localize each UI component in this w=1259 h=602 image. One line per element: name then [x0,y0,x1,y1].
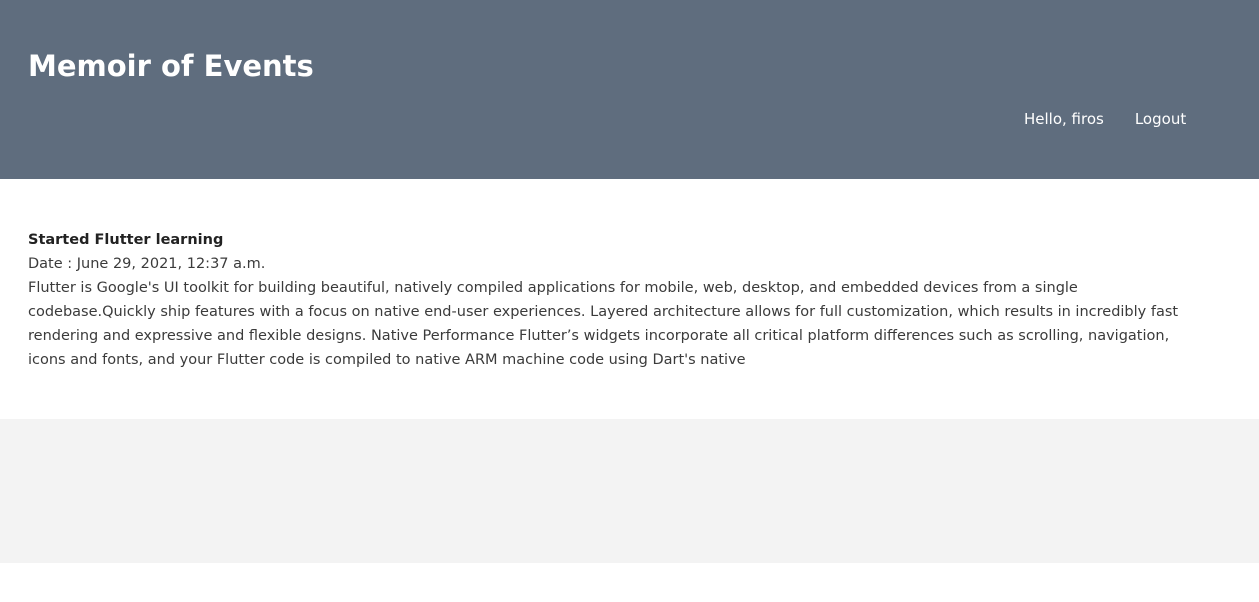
site-title: Memoir of Events [28,49,314,83]
logout-link[interactable]: Logout [1135,108,1186,130]
site-header: Memoir of Events Hello, firos Logout [0,0,1259,179]
user-greeting: Hello, firos [1024,110,1104,128]
main-content: Started Flutter learning Date : June 29,… [0,179,1259,419]
event-date: Date : June 29, 2021, 12:37 a.m. [28,256,266,272]
event-description: Flutter is Google's UI toolkit for build… [28,280,1179,368]
event-title: Started Flutter learning [28,232,224,248]
user-nav: Hello, firos Logout [1024,108,1186,130]
event-entry: Started Flutter learning Date : June 29,… [28,228,1188,372]
footer-band [0,419,1259,563]
